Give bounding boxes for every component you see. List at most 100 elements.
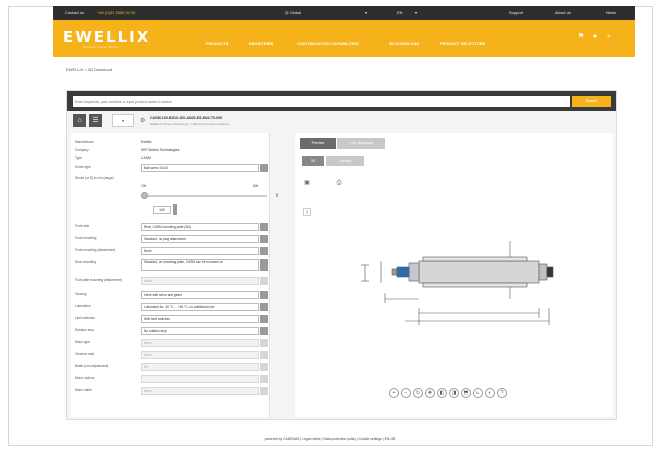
stroke-stepper[interactable]: [173, 204, 177, 215]
chevron-down-icon: ▾: [121, 118, 124, 123]
rotate-icon[interactable]: ↻: [413, 388, 423, 398]
stroke-slider[interactable]: [141, 195, 267, 197]
measure-icon[interactable]: ⊾: [473, 388, 483, 398]
param-select[interactable]: None: [141, 277, 259, 285]
param-info-button[interactable]: [260, 235, 268, 243]
param-select[interactable]: Rear, CASM mounting plate (AD): [141, 223, 259, 231]
param-select[interactable]: Inline with servo and gears: [141, 291, 259, 299]
language-chevron-icon[interactable]: ▾: [415, 10, 417, 15]
param-row: Limit switches With limit switches: [71, 315, 269, 325]
param-info-button[interactable]: [260, 223, 268, 231]
home-icon[interactable]: ⌂: [73, 114, 86, 127]
cad-configurator: Search ⌂ ☰ ▾ ⚙ CASM-100-BS10-100-AD00-ES…: [66, 90, 617, 420]
param-select[interactable]: None: [141, 387, 259, 395]
contact-link[interactable]: Contact us: [65, 10, 84, 15]
help-icon[interactable]: ?: [497, 388, 507, 398]
top-view-icon[interactable]: ⬒: [461, 388, 471, 398]
param-select[interactable]: [141, 375, 259, 383]
main-navigation: EWELLIX Reliable Linear Motion PRODUCTS …: [53, 20, 635, 57]
panel-expand-icon[interactable]: ⇕: [275, 193, 279, 199]
param-info-button[interactable]: [260, 303, 268, 311]
param-value: Ewellix: [141, 140, 152, 144]
param-row: Front side Rear, CASM mounting plate (AD…: [71, 223, 269, 233]
search-input[interactable]: [73, 96, 570, 107]
zoom-out-icon[interactable]: −: [401, 388, 411, 398]
about-link[interactable]: About us: [555, 10, 571, 15]
param-label: Front mounting: [75, 236, 97, 240]
param-info-button[interactable]: [260, 387, 268, 395]
param-label: Screw type: [75, 165, 91, 169]
param-row: Rear mounting Standard, on mounting plat…: [71, 259, 269, 273]
parameter-panel: Manufacturer Ewellix Company SKF Motion …: [71, 133, 270, 417]
param-row: Foot plate mounting (attachment) None: [71, 277, 269, 287]
param-info-button[interactable]: [260, 291, 268, 299]
country-chevron-icon[interactable]: ▾: [365, 10, 367, 15]
param-row: Motor options: [71, 375, 269, 385]
param-info-button[interactable]: [260, 327, 268, 335]
view-dropdown[interactable]: ▾: [112, 114, 134, 127]
param-select[interactable]: Ball screw 10x10: [141, 164, 259, 172]
param-info-button[interactable]: [260, 277, 268, 285]
param-row: Rotation stop No rotation stop: [71, 327, 269, 337]
stroke-input[interactable]: 100: [153, 206, 171, 214]
ewellix-logo[interactable]: EWELLIX: [63, 28, 150, 46]
param-info-button[interactable]: [260, 339, 268, 347]
param-label: Motor options: [75, 376, 95, 380]
param-info-button[interactable]: [260, 363, 268, 371]
search-icon[interactable]: ⌕: [606, 33, 612, 40]
param-select[interactable]: Lubricated for -30 °C ... +60 °C, no add…: [141, 303, 259, 311]
nav-3d-download[interactable]: 3D DOWNLOAD: [389, 41, 419, 46]
param-info-button[interactable]: [260, 259, 268, 271]
user-icon[interactable]: ●: [592, 33, 598, 40]
param-row: Front mounting Standard, no plug attachm…: [71, 235, 269, 245]
param-select[interactable]: None: [141, 247, 259, 255]
param-select[interactable]: No: [141, 363, 259, 371]
param-info-button[interactable]: [260, 351, 268, 359]
zoom-in-icon[interactable]: +: [389, 388, 399, 398]
param-label: Front mounting (attachment): [75, 248, 116, 252]
search-bar: Search: [67, 91, 616, 111]
country-selector[interactable]: ◎ Global: [285, 10, 301, 15]
param-label: Gearing: [75, 292, 87, 296]
param-select[interactable]: Standard, no plug attachment: [141, 235, 259, 243]
nav-product-selectors[interactable]: PRODUCT SELECTORS: [440, 41, 485, 46]
part-icon: ⚙: [140, 118, 146, 124]
part-title: CASM-100-BS10-100-AD00-ES-M22-T0-000: [150, 116, 223, 120]
param-info-button[interactable]: [260, 164, 268, 172]
param-row: Motor type None: [71, 339, 269, 349]
tree-icon[interactable]: ☰: [89, 114, 102, 127]
nav-customization[interactable]: CUSTOMIZATION CAPABILITIES: [297, 41, 359, 46]
param-label: Gearbox ratio: [75, 352, 95, 356]
param-label: Stroke (or S) in mm (range): [75, 176, 114, 180]
param-select[interactable]: None: [141, 339, 259, 347]
front-view-icon[interactable]: ◧: [437, 388, 447, 398]
utility-bar: Contact us +46 (0)31 3550 00 00 ◎ Global…: [53, 6, 635, 20]
param-row: Stroke (or S) in mm (range): [71, 175, 269, 185]
side-view-icon[interactable]: ◨: [449, 388, 459, 398]
param-select[interactable]: None: [141, 351, 259, 359]
pan-icon[interactable]: ✥: [425, 388, 435, 398]
preview-panel: Preview CAD download 3D Drawing ▣ ⎙ i + …: [295, 133, 613, 417]
param-label: Foot plate mounting (attachment): [75, 278, 122, 282]
param-info-button[interactable]: [260, 315, 268, 323]
param-select[interactable]: No rotation stop: [141, 327, 259, 335]
support-link[interactable]: Support: [509, 10, 523, 15]
param-label: Company: [75, 148, 89, 152]
param-label: Motor type: [75, 340, 91, 344]
param-select[interactable]: Standard, on mounting plate, CASM can be…: [141, 259, 259, 271]
param-info-button[interactable]: [260, 375, 268, 383]
cart-icon[interactable]: ⚑: [578, 33, 584, 40]
phone-link[interactable]: +46 (0)31 3550 00 00: [97, 10, 135, 15]
stroke-min: 100: [141, 184, 147, 188]
stroke-slider-handle[interactable]: [141, 192, 148, 199]
nav-products[interactable]: PRODUCTS: [206, 41, 228, 46]
news-link[interactable]: News: [606, 10, 616, 15]
param-select[interactable]: With limit switches: [141, 315, 259, 323]
section-icon[interactable]: ◐: [485, 388, 495, 398]
footer-links: powered by CADENAS | Legal notice | Data…: [264, 437, 396, 441]
param-info-button[interactable]: [260, 247, 268, 255]
search-button[interactable]: Search: [572, 96, 611, 107]
language-selector[interactable]: EN: [397, 10, 403, 15]
nav-industries[interactable]: INDUSTRIES: [249, 41, 273, 46]
breadcrumb: EWELLIX > 3D Download: [66, 67, 112, 72]
